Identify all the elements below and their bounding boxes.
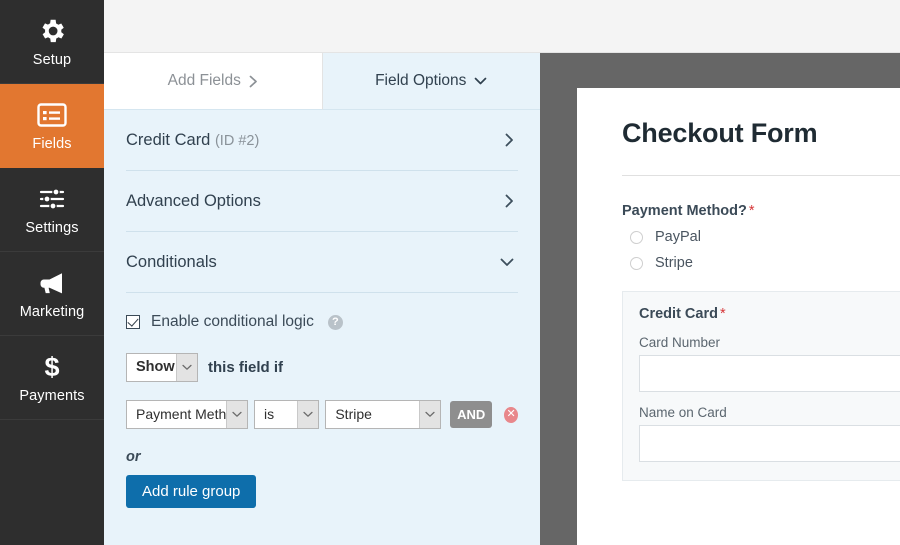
sidebar-item-label: Setup	[32, 52, 72, 68]
conditional-rule-row: Payment Meth is Stripe AND ✕	[126, 400, 518, 429]
chevron-down-icon	[419, 401, 441, 428]
radio-option-paypal[interactable]: PayPal	[622, 229, 900, 245]
section-credit-card-label: Credit Card	[126, 130, 211, 149]
section-title: Conditionals	[126, 253, 217, 272]
sidebar-item-label: Marketing	[19, 304, 85, 320]
show-hide-select-value: Show	[136, 359, 175, 375]
rule-value-select[interactable]: Stripe	[325, 400, 442, 429]
list-fields-icon	[37, 99, 67, 131]
chevron-down-icon	[474, 77, 487, 86]
credit-card-title-text: Credit Card	[639, 306, 718, 322]
radio-option-label: PayPal	[655, 229, 701, 245]
gear-icon	[37, 15, 67, 47]
panel-body: Credit Card (ID #2) Advanced Options Con…	[104, 110, 540, 508]
name-on-card-label: Name on Card	[639, 405, 727, 420]
enable-conditional-logic-label: Enable conditional logic	[151, 313, 314, 330]
section-conditionals-label: Conditionals	[126, 252, 217, 271]
radio-icon[interactable]	[630, 230, 643, 244]
chevron-right-icon	[505, 133, 518, 147]
credit-card-field-group: Credit Card * Card Number Name on Card	[622, 291, 900, 481]
tab-field-options-label: Field Options	[375, 72, 467, 89]
payment-method-label-text: Payment Method?	[622, 203, 747, 219]
sidebar-item-marketing[interactable]: Marketing	[0, 252, 104, 336]
section-conditionals[interactable]: Conditionals	[126, 232, 518, 293]
left-sidebar: Setup Fields Settings Marketing $ Paymen…	[0, 0, 104, 545]
sidebar-item-fields[interactable]: Fields	[0, 84, 104, 168]
sliders-icon	[37, 183, 67, 215]
sidebar-item-setup[interactable]: Setup	[0, 0, 104, 84]
this-field-if-label: this field if	[208, 359, 283, 376]
dollar-icon: $	[37, 351, 67, 383]
section-title: Credit Card (ID #2)	[126, 131, 259, 150]
chevron-down-icon	[500, 258, 518, 267]
add-rule-group-button[interactable]: Add rule group	[126, 475, 257, 508]
sidebar-item-label: Fields	[32, 136, 72, 152]
credit-card-title: Credit Card *	[639, 306, 900, 322]
sidebar-item-settings[interactable]: Settings	[0, 168, 104, 252]
field-options-panel: Add Fields Field Options Credit Card (ID…	[104, 53, 540, 545]
radio-option-stripe[interactable]: Stripe	[622, 255, 900, 271]
chevron-down-icon	[226, 401, 247, 428]
tab-field-options[interactable]: Field Options	[322, 53, 540, 110]
chevron-down-icon	[176, 354, 197, 381]
card-number-input[interactable]	[639, 355, 900, 392]
top-bar	[0, 0, 900, 53]
section-title: Advanced Options	[126, 192, 261, 211]
chevron-right-icon	[505, 194, 518, 208]
required-asterisk: *	[719, 306, 726, 322]
payment-method-label: Payment Method? *	[622, 203, 900, 219]
title-divider	[622, 175, 900, 176]
name-on-card-input[interactable]	[639, 425, 900, 462]
page-title: Checkout Form	[622, 118, 818, 148]
tab-add-fields[interactable]: Add Fields	[104, 53, 323, 110]
sidebar-item-payments[interactable]: $ Payments	[0, 336, 104, 420]
enable-conditional-logic-checkbox[interactable]	[126, 315, 140, 329]
radio-option-label: Stripe	[655, 255, 693, 271]
megaphone-icon	[37, 267, 67, 299]
panel-tabs: Add Fields Field Options	[104, 53, 540, 110]
question-mark-icon[interactable]: ?	[327, 314, 343, 330]
required-asterisk: *	[748, 203, 755, 219]
section-advanced-options-label: Advanced Options	[126, 191, 261, 210]
section-advanced-options[interactable]: Advanced Options	[126, 171, 518, 232]
sidebar-item-label: Payments	[19, 388, 85, 404]
section-credit-card[interactable]: Credit Card (ID #2)	[126, 110, 518, 171]
card-number-label: Card Number	[639, 335, 721, 350]
section-credit-card-id: (ID #2)	[214, 132, 260, 149]
rule-field-select[interactable]: Payment Meth	[126, 400, 248, 429]
radio-icon[interactable]	[630, 256, 643, 270]
tab-add-fields-label: Add Fields	[167, 72, 241, 89]
rule-field-select-value: Payment Meth	[136, 406, 226, 422]
rule-value-select-value: Stripe	[335, 406, 372, 422]
svg-text:$: $	[44, 352, 59, 382]
chevron-right-icon	[249, 75, 258, 88]
form-preview-content: Checkout Form Payment Method? * PayPal St…	[577, 88, 900, 481]
or-label: or	[126, 449, 141, 465]
form-builder-app: Setup Fields Settings Marketing $ Paymen…	[0, 0, 900, 545]
enable-conditional-logic-row: Enable conditional logic ?	[126, 313, 518, 331]
sidebar-item-label: Settings	[25, 220, 79, 236]
close-circle-icon[interactable]: ✕	[504, 406, 518, 423]
rule-operator-select[interactable]: is	[254, 400, 320, 429]
rule-operator-select-value: is	[264, 406, 275, 422]
show-hide-select[interactable]: Show	[126, 353, 198, 382]
form-preview-card: Checkout Form Payment Method? * PayPal St…	[577, 88, 900, 545]
chevron-down-icon	[297, 401, 319, 428]
add-and-rule-button[interactable]: AND	[450, 401, 493, 428]
show-condition-row: Show this field if	[126, 353, 518, 382]
